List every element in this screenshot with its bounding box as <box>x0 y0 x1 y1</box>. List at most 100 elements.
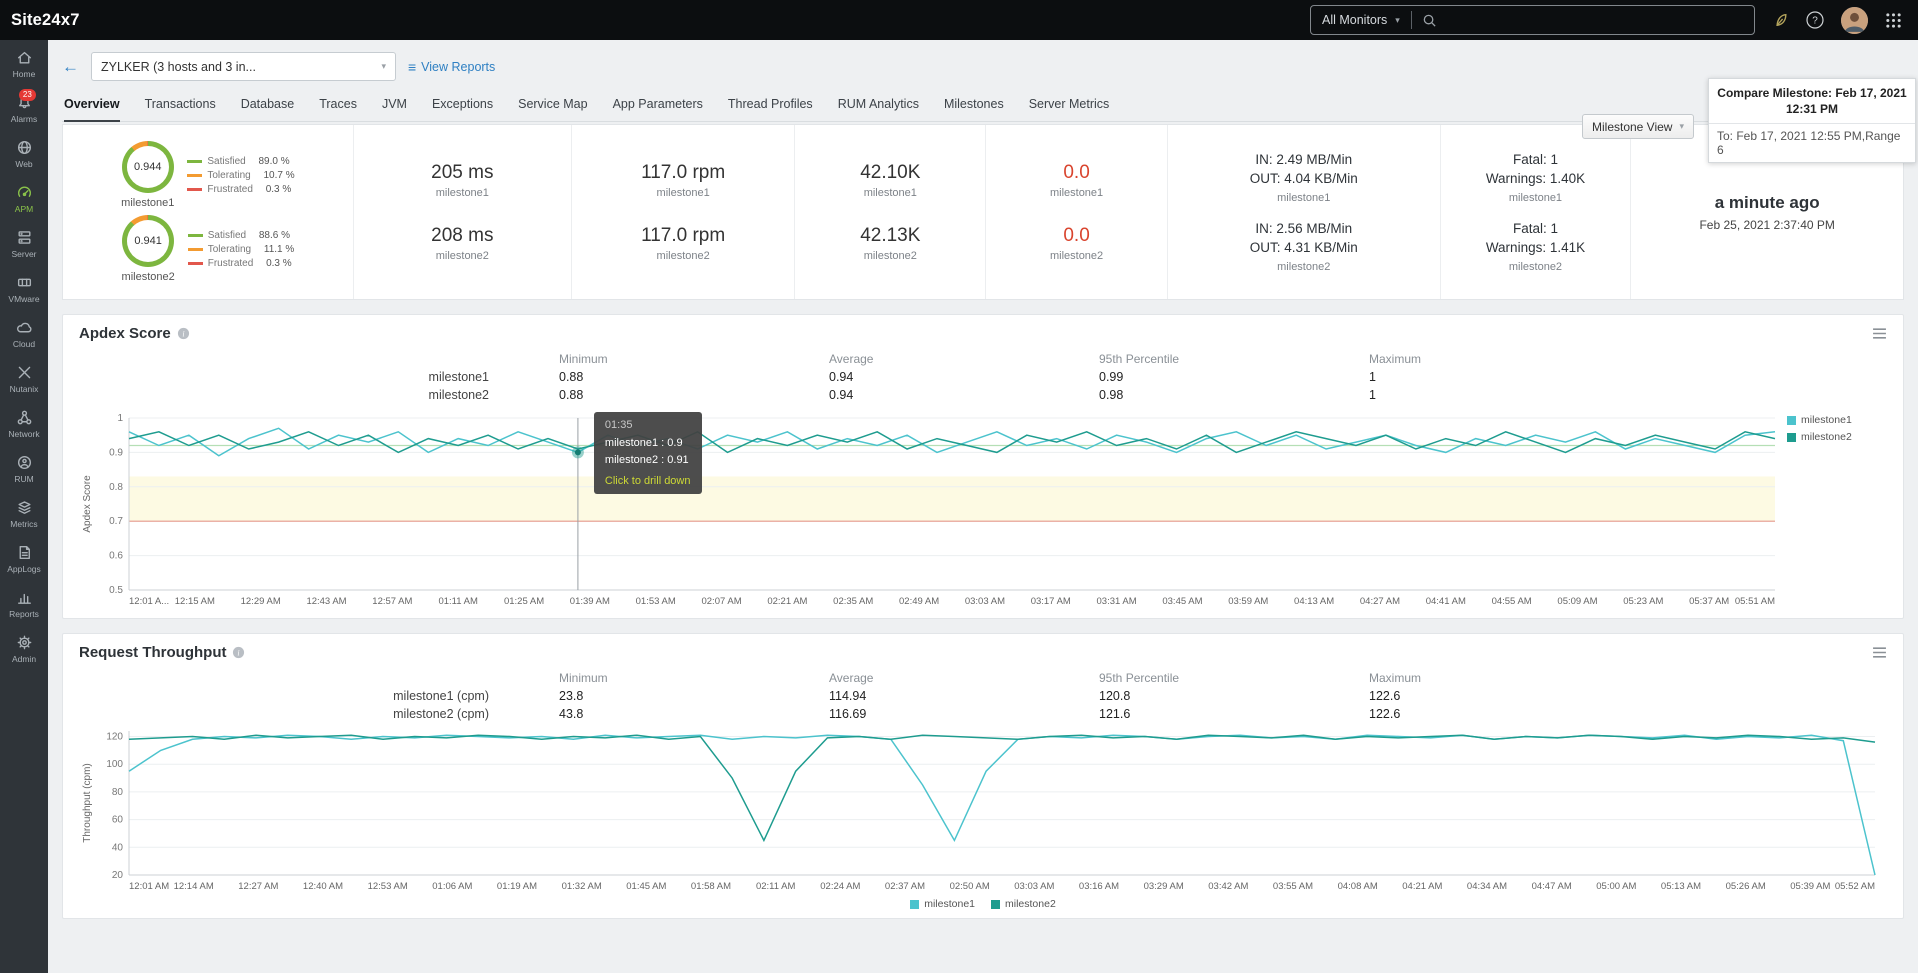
tab-jvm[interactable]: JVM <box>382 91 407 121</box>
legend-item-milestone2[interactable]: milestone2 <box>1787 431 1887 443</box>
site24x7-logo[interactable]: Site24x7 <box>0 11 80 30</box>
apdex-gauge-row[interactable]: 0.941 milestone2 Satisfied 88.6 % Tolera… <box>122 215 295 283</box>
tab-rum-analytics[interactable]: RUM Analytics <box>838 91 919 121</box>
sidebar-item-applogs[interactable]: AppLogs <box>7 537 41 582</box>
throughput-stats-table: MinimumAverage95th PercentileMaximummile… <box>79 671 1887 721</box>
network-metric[interactable]: IN: 2.49 MB/Min OUT: 4.04 KB/Min milesto… <box>1250 151 1358 204</box>
application-selector[interactable]: ZYLKER (3 hosts and 3 in... ▾ <box>91 52 396 81</box>
throughput-chart[interactable]: 2040608010012012:01 AM12:14 AM12:27 AM12… <box>79 723 1887 895</box>
svg-text:100: 100 <box>106 759 123 770</box>
sidebar-item-admin[interactable]: Admin <box>7 627 41 672</box>
legend-item-milestone1[interactable]: milestone1 <box>1787 414 1887 426</box>
svg-text:0.8: 0.8 <box>109 482 123 493</box>
response-time-metric[interactable]: 208 ms milestone2 <box>431 225 493 262</box>
help-icon[interactable]: ? <box>1806 11 1824 29</box>
tab-traces[interactable]: Traces <box>319 91 357 121</box>
info-icon[interactable]: i <box>232 646 245 659</box>
errors-metric[interactable]: 0.0 milestone2 <box>1050 225 1103 262</box>
sidebar-item-rum[interactable]: RUM <box>7 447 41 492</box>
view-reports-link[interactable]: ≡ View Reports <box>408 59 495 75</box>
milestone-view-button[interactable]: Milestone View ▾ <box>1582 114 1694 139</box>
globe-icon <box>16 139 33 156</box>
back-arrow-icon[interactable]: ← <box>62 57 79 77</box>
panel-menu-icon[interactable] <box>1872 327 1887 340</box>
request-throughput-panel: Request Throughput i MinimumAverage95th … <box>62 633 1904 919</box>
tab-milestones[interactable]: Milestones <box>944 91 1004 121</box>
sidebar-item-home[interactable]: Home <box>7 42 41 87</box>
calls-metric[interactable]: 42.10K milestone1 <box>860 162 920 199</box>
tab-thread-profiles[interactable]: Thread Profiles <box>728 91 813 121</box>
svg-text:Throughput (cpm): Throughput (cpm) <box>82 763 93 842</box>
panel-menu-icon[interactable] <box>1872 646 1887 659</box>
panel-title: Apdex Score <box>79 325 171 342</box>
search-input[interactable] <box>1444 13 1744 27</box>
svg-text:12:53 AM: 12:53 AM <box>368 881 408 892</box>
calls-metric[interactable]: 42.13K milestone2 <box>860 225 920 262</box>
main-content: ← ZYLKER (3 hosts and 3 in... ▾ ≡ View R… <box>48 40 1918 973</box>
sidebar-item-network[interactable]: Network <box>7 402 41 447</box>
stats-value: 1 <box>1369 388 1887 402</box>
drill-down-link[interactable]: Click to drill down <box>605 475 691 487</box>
sidebar-item-web[interactable]: Web <box>7 132 41 177</box>
sidebar-item-vmware[interactable]: VMware <box>7 267 41 312</box>
stats-value: 0.94 <box>829 370 1099 384</box>
total-calls-column: 42.10K milestone1 42.13K milestone2 <box>794 125 985 299</box>
svg-text:03:31 AM: 03:31 AM <box>1097 596 1137 607</box>
tab-exceptions[interactable]: Exceptions <box>432 91 493 121</box>
alarm-count-badge: 23 <box>19 89 36 101</box>
errors-metric[interactable]: 0.0 milestone1 <box>1050 162 1103 199</box>
tab-database[interactable]: Database <box>241 91 295 121</box>
legend-item-milestone1[interactable]: milestone1 <box>910 898 975 910</box>
response-time-column: 205 ms milestone1 208 ms milestone2 <box>353 125 571 299</box>
gauge-legend-item: Frustrated 0.3 % <box>188 258 295 269</box>
stats-row-name: milestone1 <box>79 370 559 384</box>
svg-text:?: ? <box>1812 16 1818 27</box>
sidebar-item-nutanix[interactable]: Nutanix <box>7 357 41 402</box>
throughput-metric[interactable]: 117.0 rpm milestone2 <box>641 225 725 262</box>
throughput-metric[interactable]: 117.0 rpm milestone1 <box>641 162 725 199</box>
announcements-icon[interactable] <box>1772 12 1789 29</box>
events-metric[interactable]: Fatal: 1 Warnings: 1.40K milestone1 <box>1486 151 1585 204</box>
legend-color-swatch <box>187 188 202 191</box>
sidebar-item-cloud[interactable]: Cloud <box>7 312 41 357</box>
svg-text:02:11 AM: 02:11 AM <box>756 881 796 892</box>
response-time-metric[interactable]: 205 ms milestone1 <box>431 162 493 199</box>
sidebar-item-metrics[interactable]: Metrics <box>7 492 41 537</box>
tab-service-map[interactable]: Service Map <box>518 91 587 121</box>
sidebar-item-label: Web <box>15 159 32 169</box>
all-monitors-dropdown[interactable]: All Monitors ▾ <box>1311 13 1411 27</box>
info-icon[interactable]: i <box>177 327 190 340</box>
avatar[interactable] <box>1841 7 1868 34</box>
sidebar-item-apm[interactable]: APM <box>7 177 41 222</box>
apdex-stats-table: MinimumAverage95th PercentileMaximummile… <box>79 352 1887 402</box>
apdex-score-panel: Apdex Score i MinimumAverage95th Percent… <box>62 314 1904 619</box>
sidebar-item-alarms[interactable]: Alarms23 <box>7 87 41 132</box>
svg-text:04:27 AM: 04:27 AM <box>1360 596 1400 607</box>
svg-text:04:41 AM: 04:41 AM <box>1426 596 1466 607</box>
tab-overview[interactable]: Overview <box>64 91 120 122</box>
apdex-gauge-row[interactable]: 0.944 milestone1 Satisfied 89.0 % Tolera… <box>121 141 294 209</box>
chevron-down-icon: ▾ <box>1395 15 1400 26</box>
apdex-chart[interactable]: 0.50.60.70.80.9112:01 A...12:15 AM12:29 … <box>79 410 1787 610</box>
legend-item-milestone2[interactable]: milestone2 <box>991 898 1056 910</box>
apps-grid-icon[interactable] <box>1885 12 1902 29</box>
network-metric[interactable]: IN: 2.56 MB/Min OUT: 4.31 KB/Min milesto… <box>1250 220 1358 273</box>
tab-transactions[interactable]: Transactions <box>145 91 216 121</box>
svg-text:60: 60 <box>112 815 124 826</box>
server-icon <box>16 229 33 246</box>
svg-text:01:39 AM: 01:39 AM <box>570 596 610 607</box>
sidebar-item-server[interactable]: Server <box>7 222 41 267</box>
svg-text:03:45 AM: 03:45 AM <box>1162 596 1202 607</box>
sidebar-item-label: Server <box>11 249 36 259</box>
chevron-down-icon: ▾ <box>1679 121 1684 132</box>
sidebar-item-reports[interactable]: Reports <box>7 582 41 627</box>
events-metric[interactable]: Fatal: 1 Warnings: 1.41K milestone2 <box>1486 220 1585 273</box>
tab-server-metrics[interactable]: Server Metrics <box>1029 91 1110 121</box>
svg-text:04:08 AM: 04:08 AM <box>1338 881 1378 892</box>
tab-app-parameters[interactable]: App Parameters <box>613 91 703 121</box>
sidebar-item-label: Network <box>8 429 39 439</box>
svg-text:01:06 AM: 01:06 AM <box>432 881 472 892</box>
stats-header: Maximum <box>1369 352 1887 366</box>
network-icon <box>16 409 33 426</box>
svg-text:12:57 AM: 12:57 AM <box>372 596 412 607</box>
